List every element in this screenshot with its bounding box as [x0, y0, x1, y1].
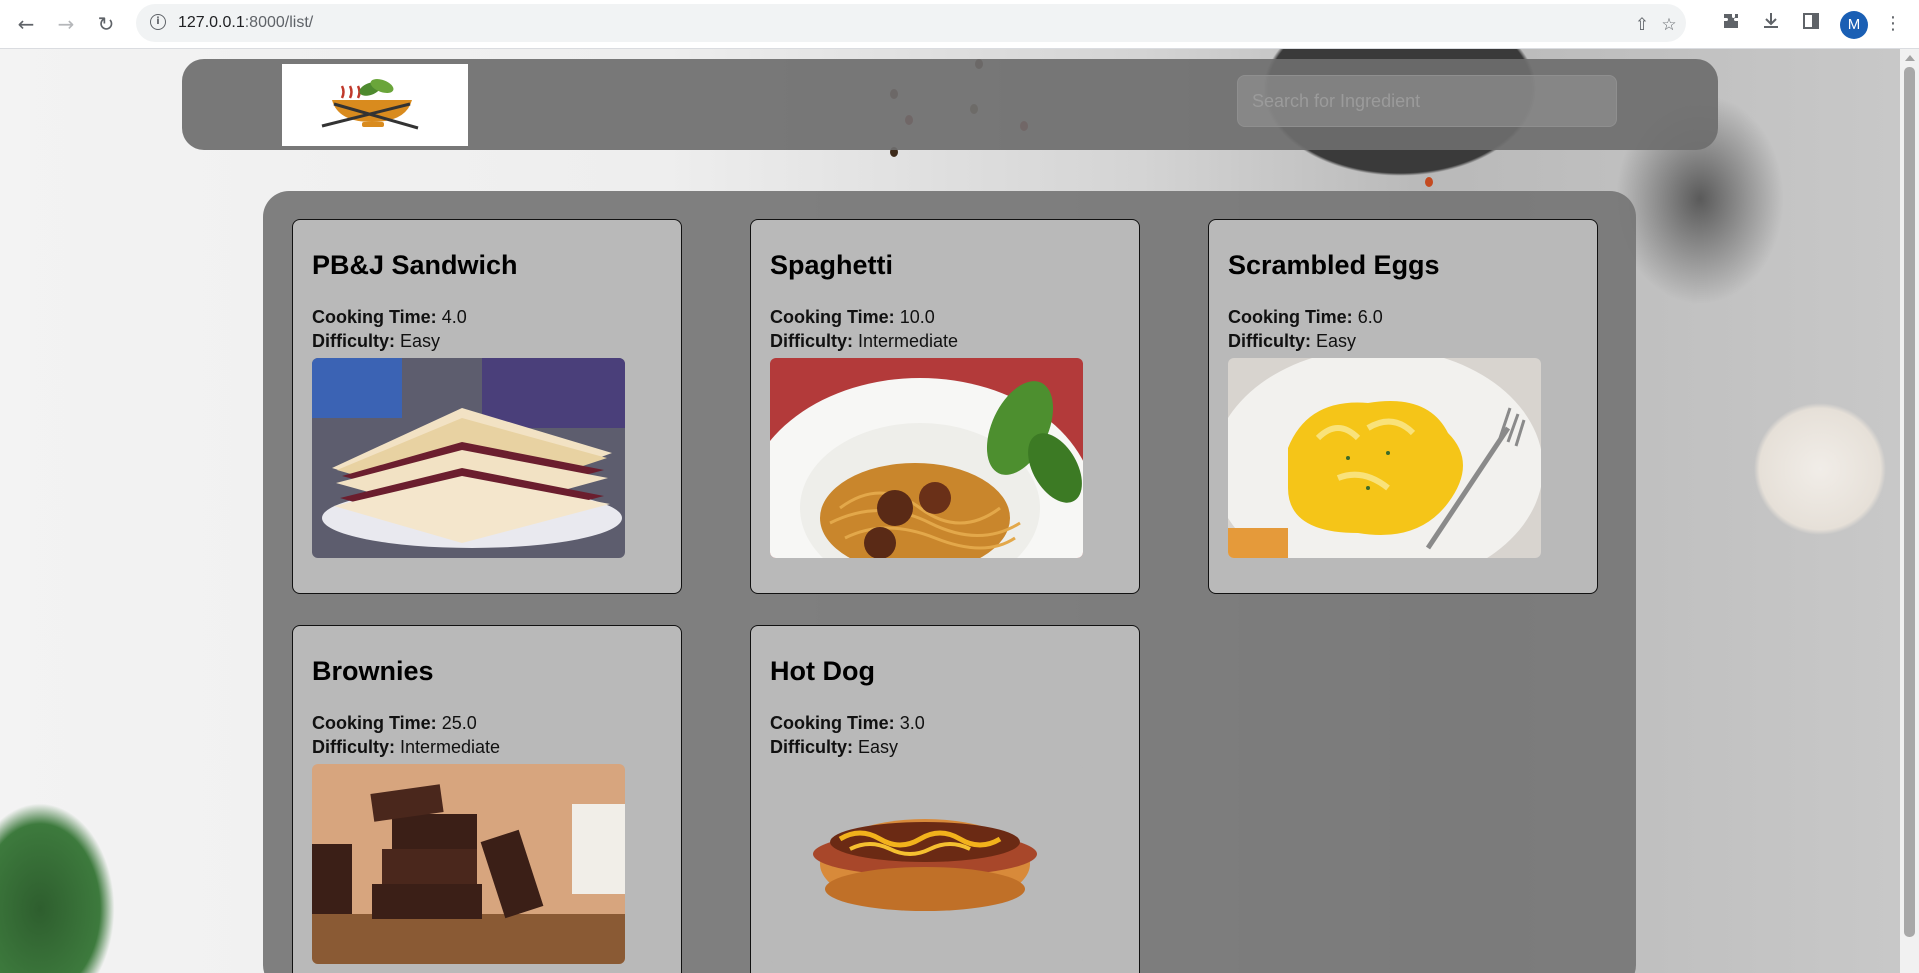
cooking-time-label: Cooking Time: — [1228, 307, 1353, 327]
share-icon[interactable]: ⇧ — [1631, 14, 1653, 36]
pbj-sandwich-photo[interactable] — [312, 358, 625, 558]
recipe-title[interactable]: Scrambled Eggs — [1228, 248, 1578, 282]
recipe-meta: Cooking Time: 3.0 Difficulty: Easy — [770, 711, 1120, 759]
menu-kebab-icon[interactable]: ⋮ — [1880, 11, 1906, 37]
page-viewport: PB&J Sandwich Cooking Time: 4.0 Difficul… — [0, 49, 1900, 973]
recipe-title[interactable]: PB&J Sandwich — [312, 248, 662, 282]
url-text[interactable]: 127.0.0.1:8000/list/ — [178, 14, 313, 32]
cooking-time-value: 25.0 — [441, 713, 477, 733]
difficulty-value: Easy — [400, 331, 441, 351]
background-decoration — [1425, 177, 1433, 187]
difficulty-label: Difficulty: — [312, 331, 395, 351]
recipe-title[interactable]: Spaghetti — [770, 248, 1120, 282]
page-scrollbar[interactable] — [1900, 49, 1919, 973]
bowl-logo-icon — [321, 79, 419, 130]
cooking-time-label: Cooking Time: — [770, 307, 895, 327]
recipe-meta: Cooking Time: 4.0 Difficulty: Easy — [312, 305, 662, 353]
brownies-photo[interactable] — [312, 764, 625, 964]
recipe-card[interactable]: Scrambled Eggs Cooking Time: 6.0 Difficu… — [1208, 219, 1598, 594]
recipe-title[interactable]: Brownies — [312, 654, 662, 688]
recipe-meta: Cooking Time: 25.0 Difficulty: Intermedi… — [312, 711, 662, 759]
cooking-time-value: 3.0 — [899, 713, 925, 733]
difficulty-value: Easy — [1316, 331, 1357, 351]
download-icon[interactable] — [1758, 11, 1784, 37]
recipe-card[interactable]: Hot Dog Cooking Time: 3.0 Difficulty: Ea… — [750, 625, 1140, 973]
ingredient-search-input[interactable] — [1237, 75, 1617, 127]
difficulty-value: Intermediate — [858, 331, 959, 351]
cooking-time-value: 10.0 — [899, 307, 935, 327]
extensions-icon[interactable] — [1718, 11, 1744, 37]
difficulty-label: Difficulty: — [770, 737, 853, 757]
difficulty-value: Easy — [858, 737, 899, 757]
spaghetti-photo[interactable] — [770, 358, 1083, 558]
back-icon[interactable]: ← — [12, 10, 40, 38]
site-header — [182, 59, 1718, 150]
difficulty-value: Intermediate — [400, 737, 501, 757]
site-info-icon[interactable]: i — [150, 14, 166, 30]
cooking-time-label: Cooking Time: — [312, 713, 437, 733]
recipe-card[interactable]: Spaghetti Cooking Time: 10.0 Difficulty:… — [750, 219, 1140, 594]
recipe-card[interactable]: PB&J Sandwich Cooking Time: 4.0 Difficul… — [292, 219, 682, 594]
browser-toolbar: ← → ↻ i 127.0.0.1:8000/list/ ⇧ ☆ M ⋮ — [0, 0, 1919, 49]
hot-dog-photo[interactable] — [770, 764, 1083, 964]
bookmark-star-icon[interactable]: ☆ — [1658, 14, 1680, 36]
address-bar[interactable]: i 127.0.0.1:8000/list/ ⇧ ☆ — [136, 4, 1686, 42]
forward-icon[interactable]: → — [52, 10, 80, 38]
site-logo[interactable] — [282, 64, 468, 146]
side-panel-icon[interactable] — [1798, 11, 1824, 37]
cooking-time-label: Cooking Time: — [312, 307, 437, 327]
recipe-meta: Cooking Time: 10.0 Difficulty: Intermedi… — [770, 305, 1120, 353]
recipe-title[interactable]: Hot Dog — [770, 654, 1120, 688]
difficulty-label: Difficulty: — [1228, 331, 1311, 351]
difficulty-label: Difficulty: — [312, 737, 395, 757]
reload-icon[interactable]: ↻ — [92, 10, 120, 38]
cooking-time-label: Cooking Time: — [770, 713, 895, 733]
scrollbar-up-arrow[interactable] — [1905, 55, 1915, 61]
scrambled-eggs-photo[interactable] — [1228, 358, 1541, 558]
recipe-card[interactable]: Brownies Cooking Time: 25.0 Difficulty: … — [292, 625, 682, 973]
recipe-list-panel: PB&J Sandwich Cooking Time: 4.0 Difficul… — [263, 191, 1636, 973]
profile-avatar[interactable]: M — [1840, 11, 1868, 39]
cooking-time-value: 4.0 — [441, 307, 467, 327]
difficulty-label: Difficulty: — [770, 331, 853, 351]
cooking-time-value: 6.0 — [1357, 307, 1383, 327]
recipe-meta: Cooking Time: 6.0 Difficulty: Easy — [1228, 305, 1578, 353]
scrollbar-thumb[interactable] — [1904, 67, 1915, 937]
